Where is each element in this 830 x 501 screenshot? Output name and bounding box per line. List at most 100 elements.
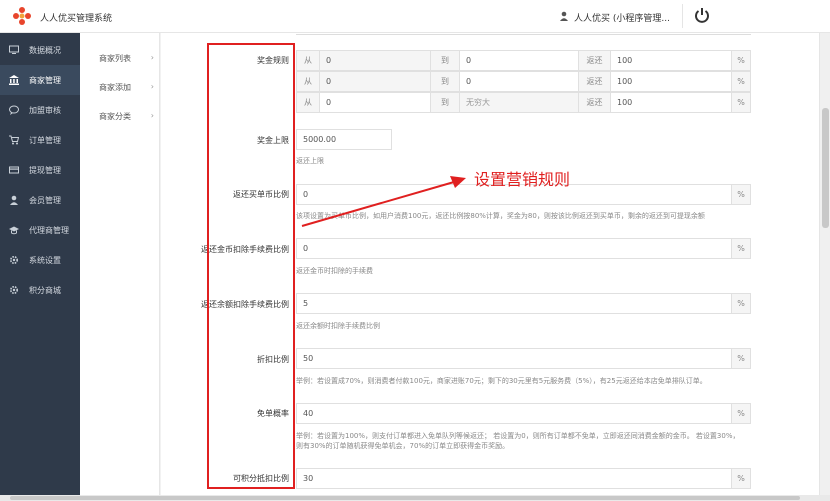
cart-icon [9, 135, 19, 145]
sidebar-item-settings[interactable]: 系统设置 [0, 245, 80, 275]
reward-cap-label: 奖金上限 [257, 136, 289, 145]
from-addon: 从 [296, 92, 320, 113]
header-divider [682, 4, 683, 28]
sidebar-item-join-review[interactable]: 加盟审核 [0, 95, 80, 125]
percent-addon: % [731, 348, 751, 369]
sidebar-item-merchants[interactable]: 商家管理 [0, 65, 80, 95]
reward-cap-help: 返还上限 [296, 157, 324, 165]
to-addon: 到 [430, 92, 460, 113]
reward-cap-input[interactable]: 5000.00 [296, 129, 392, 150]
reward-rules-label: 奖金规则 [257, 56, 289, 65]
reward-return-input[interactable]: 100 [610, 71, 732, 92]
chat-icon [9, 105, 19, 115]
free-rate-help-2: 则有30%的订单随机获得免单机会，70%的订单立即获得金币奖励。 [296, 442, 510, 450]
balance-fee-help: 返还余额时扣除手续费比例 [296, 322, 380, 330]
power-icon[interactable] [693, 6, 711, 24]
reward-from-input[interactable]: 0 [319, 71, 431, 92]
annotation-label: 设置营销规则 [474, 170, 571, 189]
sidebar-item-label: 订单管理 [29, 135, 61, 145]
discount-label: 折扣比例 [257, 355, 289, 364]
to-addon: 到 [430, 71, 460, 92]
chevron-right-icon: › [150, 111, 154, 120]
sidebar-item-label: 数据概况 [29, 45, 61, 55]
discount-help: 举例：若设置成70%，则消费者付款100元，商家进账70元；剩下的30元里有5元… [296, 377, 707, 385]
top-bar: 人人优买管理系统 人人优买 (小程序管理... [0, 0, 830, 33]
to-addon: 到 [430, 50, 460, 71]
chevron-right-icon: › [150, 53, 154, 62]
sidebar-item-label: 系统设置 [29, 255, 61, 265]
free-rate-input[interactable]: 40 [296, 403, 732, 424]
gear-icon [9, 285, 19, 295]
subnav-item-label: 商家分类 [99, 112, 131, 121]
horizontal-scrollbar-thumb[interactable] [10, 496, 800, 500]
sidebar-item-label: 会员管理 [29, 195, 61, 205]
sidebar-item-points-mall[interactable]: 积分商城 [0, 275, 80, 305]
chevron-right-icon: › [150, 82, 154, 91]
reward-to-input[interactable]: 0 [459, 50, 579, 71]
subnav-item-label: 商家添加 [99, 83, 131, 92]
reward-from-input[interactable]: 0 [319, 50, 431, 71]
coin-ratio-help: 该项设置为买单币比例，如用户消费100元，返还比例按80%计算，奖金为80，则按… [296, 212, 705, 220]
percent-addon: % [731, 293, 751, 314]
sidebar-item-dashboard[interactable]: 数据概况 [0, 35, 80, 65]
graduation-icon [9, 225, 19, 235]
percent-addon: % [731, 238, 751, 259]
from-addon: 从 [296, 71, 320, 92]
gear-icon [9, 255, 19, 265]
reward-to-input[interactable]: 无穷大 [459, 92, 579, 113]
sidebar-item-agents[interactable]: 代理商管理 [0, 215, 80, 245]
card-icon [9, 165, 19, 175]
percent-addon: % [731, 92, 751, 113]
content-top-edge [296, 33, 751, 35]
gold-fee-input[interactable]: 0 [296, 238, 732, 259]
return-addon: 返还 [578, 71, 611, 92]
app-title: 人人优买管理系统 [40, 14, 113, 24]
gold-fee-label: 返还金币扣除手续费比例 [201, 245, 289, 254]
user-name[interactable]: 人人优买 (小程序管理... [574, 11, 670, 24]
subnav-item-label: 商家列表 [99, 54, 131, 63]
subnav-item-merchant-category[interactable]: 商家分类 › [99, 111, 154, 122]
return-addon: 返还 [578, 50, 611, 71]
reward-to-input[interactable]: 0 [459, 71, 579, 92]
reward-return-input[interactable]: 100 [610, 92, 732, 113]
return-addon: 返还 [578, 92, 611, 113]
vertical-scrollbar-thumb[interactable] [822, 108, 829, 228]
percent-addon: % [731, 403, 751, 424]
sidebar-item-orders[interactable]: 订单管理 [0, 125, 80, 155]
sidebar-item-label: 加盟审核 [29, 105, 61, 115]
percent-addon: % [731, 468, 751, 489]
points-label: 可积分抵扣比例 [233, 474, 289, 483]
sidebar-item-label: 提现管理 [29, 165, 61, 175]
vertical-scrollbar[interactable] [819, 33, 830, 495]
sub-nav: 商家列表 › 商家添加 › 商家分类 › [80, 33, 160, 495]
subnav-item-merchant-add[interactable]: 商家添加 › [99, 82, 154, 93]
reward-from-input[interactable]: 0 [319, 92, 431, 113]
percent-addon: % [731, 184, 751, 205]
percent-addon: % [731, 50, 751, 71]
coin-ratio-label: 返还买单币比例 [233, 190, 289, 199]
free-rate-help: 举例：若设置为100%，则支付订单都进入免单队列等候返还； 若设置为0，则所有订… [296, 432, 740, 440]
reward-return-input[interactable]: 100 [610, 50, 732, 71]
sidebar-item-label: 积分商城 [29, 285, 61, 295]
sidebar: 数据概况 商家管理 加盟审核 订单管理 提现管理 会员管理 代理商管理 系统设置… [0, 33, 80, 501]
main-content: 奖金规则 从 0 到 0 返还 100 % 从 0 到 0 返还 100 % 从… [161, 33, 819, 495]
user-icon [560, 11, 568, 21]
free-rate-label: 免单概率 [257, 409, 289, 418]
user-icon [9, 195, 19, 205]
percent-addon: % [731, 71, 751, 92]
subnav-item-merchant-list[interactable]: 商家列表 › [99, 53, 154, 64]
sidebar-item-label: 代理商管理 [29, 225, 69, 235]
gold-fee-help: 返还金币时扣除的手续费 [296, 267, 373, 275]
horizontal-scrollbar[interactable] [0, 495, 830, 501]
sidebar-item-members[interactable]: 会员管理 [0, 185, 80, 215]
monitor-icon [9, 45, 19, 55]
balance-fee-label: 返还余额扣除手续费比例 [201, 300, 289, 309]
from-addon: 从 [296, 50, 320, 71]
sidebar-item-withdraw[interactable]: 提现管理 [0, 155, 80, 185]
points-input[interactable]: 30 [296, 468, 732, 489]
sidebar-item-label: 商家管理 [29, 75, 61, 85]
bank-icon [9, 75, 19, 85]
logo-icon [13, 7, 31, 25]
discount-input[interactable]: 50 [296, 348, 732, 369]
balance-fee-input[interactable]: 5 [296, 293, 732, 314]
